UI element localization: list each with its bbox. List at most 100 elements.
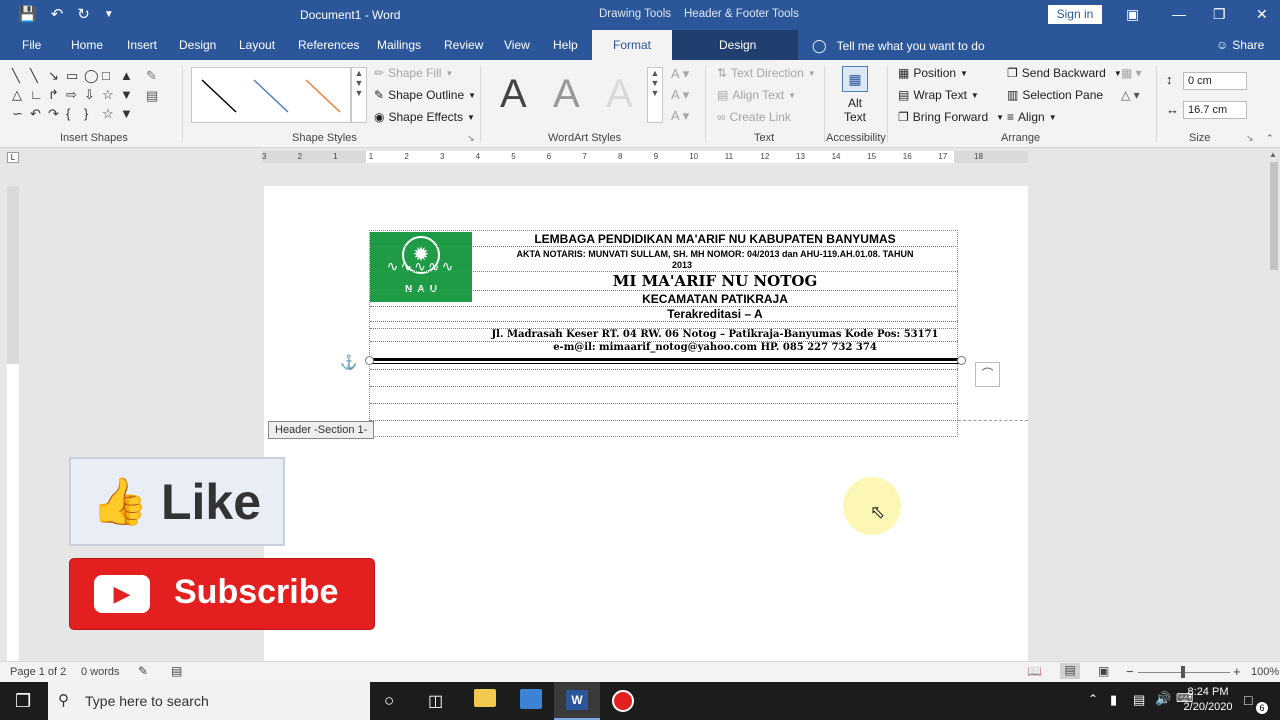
selection-pane-button[interactable]: ▥ Selection Pane (1007, 88, 1103, 102)
edit-shape-icon[interactable]: ✎ (146, 68, 157, 84)
line-handle-left[interactable] (365, 356, 374, 365)
layout-options-icon[interactable]: ⌒ (975, 362, 1000, 387)
shape-arrow-down-icon[interactable]: ⇩ (84, 87, 102, 106)
shape-triangle-icon[interactable]: △ (12, 87, 30, 106)
shape-brace2-icon[interactable]: } (84, 106, 102, 125)
shape-outline-button[interactable]: ✎ Shape Outline ▼ (374, 88, 476, 102)
tab-layout[interactable]: Layout (239, 38, 275, 52)
shape-curve3-icon[interactable]: ↷ (48, 106, 66, 125)
text-fill-icon[interactable]: A ▾ (671, 66, 689, 82)
shapes-gallery[interactable]: ╲ ╲ ↘ ▭ ◯ □ ▲ △ ∟ ↱ ⇨ ⇩ ☆ ▼ ∽ ↶ ↷ { } ☆ … (12, 68, 142, 125)
shape-arrow-icon[interactable]: ↘ (48, 68, 66, 87)
taskbar-search[interactable]: ⚲ Type here to search (48, 682, 370, 720)
read-mode-icon[interactable]: 📖 (1027, 664, 1042, 678)
send-backward-button[interactable]: ❐ Send Backward ▼ (1007, 66, 1122, 80)
tab-review[interactable]: Review (444, 38, 483, 52)
tab-home[interactable]: Home (71, 38, 103, 52)
style-gallery-scroll[interactable]: ▲ ▼ ▼ (351, 67, 367, 123)
windows-start-icon[interactable]: ❒ (15, 692, 31, 710)
shape-line-icon[interactable]: ╲ (12, 68, 30, 87)
tab-format[interactable]: Format (592, 30, 672, 60)
page-count[interactable]: Page 1 of 2 (10, 666, 66, 678)
tab-references[interactable]: References (298, 38, 359, 52)
tab-insert[interactable]: Insert (127, 38, 157, 52)
save-icon[interactable]: 💾 (18, 6, 37, 24)
position-button[interactable]: ▦ Position ▼ (898, 66, 968, 80)
zoom-in-icon[interactable]: + (1233, 664, 1241, 679)
tab-design[interactable]: Design (179, 38, 216, 52)
like-overlay[interactable]: 👍 Like (69, 457, 285, 546)
notification-center-icon[interactable]: □ (1244, 692, 1252, 708)
shape-effects-button[interactable]: ◉ Shape Effects ▼ (374, 110, 475, 124)
group-icon[interactable]: ▦ ▾ (1121, 66, 1142, 80)
minimize-icon[interactable]: — (1172, 6, 1186, 22)
shape-scroll-up-icon[interactable]: ▲ (120, 68, 138, 87)
tab-mailings[interactable]: Mailings (377, 38, 421, 52)
macro-record-icon[interactable]: ▤ (171, 664, 182, 678)
tab-header-design[interactable]: Design (719, 38, 756, 52)
tab-view[interactable]: View (504, 38, 530, 52)
shape-star-icon[interactable]: ☆ (102, 87, 120, 106)
restore-icon[interactable]: ❐ (1213, 6, 1226, 23)
print-layout-icon[interactable]: ▤ (1060, 663, 1080, 679)
size-launcher-icon[interactable]: ↘ (1246, 133, 1254, 144)
shape-curve-icon[interactable]: ∽ (12, 106, 30, 125)
tab-file[interactable]: File (22, 38, 41, 52)
wordart-style-2[interactable]: A (553, 72, 580, 117)
proofing-icon[interactable]: ✎ (138, 664, 148, 678)
vertical-scrollbar[interactable]: ▲ (1268, 148, 1280, 661)
share-button[interactable]: ☺ Share (1216, 38, 1264, 52)
shape-brace-icon[interactable]: { (66, 106, 84, 125)
wordart-style-3[interactable]: A (606, 72, 633, 117)
line-handle-right[interactable] (957, 356, 966, 365)
vertical-ruler[interactable] (7, 186, 19, 661)
shape-oval-icon[interactable]: ◯ (84, 68, 102, 87)
zoom-slider-thumb[interactable] (1181, 666, 1185, 678)
customize-qat-icon[interactable]: ▼ (104, 6, 114, 24)
align-text-button[interactable]: ▤ Align Text ▼ (717, 88, 796, 102)
zoom-out-icon[interactable]: − (1126, 664, 1134, 679)
width-field[interactable]: 16.7 cm (1183, 101, 1247, 119)
battery-icon[interactable]: ▮ (1110, 692, 1117, 708)
text-outline-icon[interactable]: A ▾ (671, 87, 689, 103)
ribbon-display-icon[interactable]: ▣ (1126, 6, 1139, 23)
tab-selector-icon[interactable]: L (7, 152, 19, 163)
wrap-text-button[interactable]: ▤ Wrap Text ▼ (898, 88, 979, 102)
zoom-level[interactable]: 100% (1251, 666, 1279, 678)
cortana-icon[interactable]: ○ (384, 691, 394, 711)
height-field[interactable]: 0 cm (1183, 72, 1247, 90)
shape-square-icon[interactable]: □ (102, 68, 120, 87)
tab-help[interactable]: Help (553, 38, 578, 52)
scroll-up-icon[interactable]: ▲ (1269, 150, 1277, 159)
task-view-icon[interactable]: ◫ (428, 691, 443, 711)
shape-style-gallery[interactable] (191, 67, 351, 123)
wordart-style-1[interactable]: A (500, 72, 527, 117)
shape-styles-launcher-icon[interactable]: ↘ (467, 133, 475, 144)
bring-forward-button[interactable]: ❐ Bring Forward ▼ (898, 110, 1004, 124)
horizontal-ruler[interactable]: 3 2 1 1 2 3 4 5 6 7 8 9 10 11 12 13 14 15 16 17 18 (262, 151, 1028, 163)
create-link-button[interactable]: ∞ Create Link (717, 110, 791, 124)
subscribe-overlay[interactable]: ▶ Subscribe (69, 558, 375, 630)
wordart-gallery-scroll[interactable]: ▲ ▼ ▼ (647, 67, 663, 123)
shape-line2-icon[interactable]: ╲ (30, 68, 48, 87)
selected-line-shape[interactable] (370, 358, 962, 364)
shape-fill-button[interactable]: ✏ Shape Fill ▼ (374, 66, 453, 80)
shape-scroll-down-icon[interactable]: ▼ (120, 87, 138, 106)
alt-text-button[interactable]: ▦ Alt Text (836, 66, 874, 124)
sign-in-button[interactable]: Sign in (1048, 5, 1102, 24)
redo-icon[interactable]: ↻ (77, 6, 90, 24)
file-explorer-icon[interactable] (474, 689, 496, 707)
shape-star2-icon[interactable]: ☆ (102, 106, 120, 125)
shape-arrow-right-icon[interactable]: ⇨ (66, 87, 84, 106)
network-icon[interactable]: ▤ (1133, 692, 1145, 708)
collapse-ribbon-icon[interactable]: ⌃ (1266, 133, 1274, 144)
record-app-icon[interactable] (612, 690, 634, 712)
tray-chevron-icon[interactable]: ⌃ (1088, 692, 1098, 706)
rotate-icon[interactable]: △ ▾ (1121, 88, 1140, 102)
web-layout-icon[interactable]: ▣ (1098, 664, 1109, 678)
clock[interactable]: 8:24 PM 2/20/2020 (1178, 685, 1238, 715)
align-button[interactable]: ≡ Align ▼ (1007, 110, 1057, 124)
word-count[interactable]: 0 words (81, 666, 120, 678)
shape-more-icon[interactable]: ▼ (120, 106, 138, 125)
shape-elbow-icon[interactable]: ∟ (30, 87, 48, 106)
